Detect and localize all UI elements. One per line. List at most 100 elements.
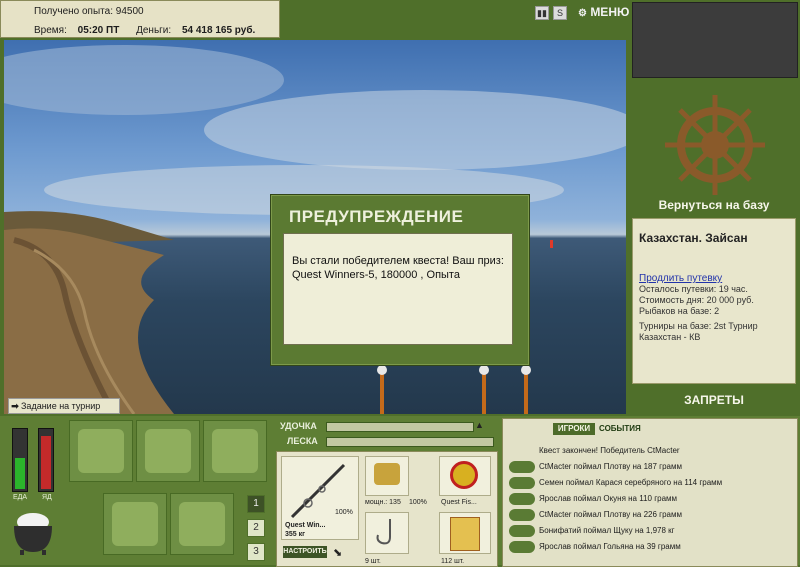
rod-name: Quest Win... [285,522,326,529]
rod-label: УДОЧКА [280,421,317,431]
fish-icon [509,461,535,473]
tab-events[interactable]: СОБЫТИЯ [599,423,641,435]
line-spool-icon [450,461,478,489]
inventory-area: 1 2 3 [67,418,272,563]
cauldron-icon[interactable] [8,508,58,556]
rod-stand[interactable] [377,365,387,414]
poison-meter [38,428,54,492]
dialog-title: ПРЕДУПРЕЖДЕНИЕ [289,207,464,226]
fish-icon [509,541,535,553]
line-label: ЛЕСКА [287,436,318,446]
cloud [204,90,626,170]
bans-button[interactable]: ЗАПРЕТЫ [632,393,796,407]
rod-stand[interactable] [521,365,531,414]
reel-icon [374,463,400,485]
experience-row: Получено опыта: 94500 [34,6,144,17]
exp-label: Получено опыта: [34,6,113,17]
setup-button[interactable]: НАСТРОИТЬ [283,546,327,558]
quest-button-label: Задание на турнир [21,401,101,411]
reel-caption: мощн.: 135 [365,499,401,506]
warning-dialog[interactable]: ПРЕДУПРЕЖДЕНИЕ Вы стали победителем квес… [270,194,530,366]
poison-fill [41,436,51,489]
sound-icon[interactable]: S [553,6,567,20]
menu-label: МЕНЮ [590,5,630,19]
page-button-3[interactable]: 3 [247,543,265,561]
fish-icon [509,525,535,537]
exp-value: 94500 [115,6,144,17]
tab-players[interactable]: ИГРОКИ [553,423,595,435]
inventory-slot-notes[interactable] [203,420,267,482]
chat-message: Ярослав поймал Гольяна на 39 грамм [539,542,681,551]
hook-slot[interactable] [365,512,409,554]
time-money-row: Время: 05:20 ПТ Деньги: 54 418 165 руб. [34,25,255,36]
pause-icon[interactable]: ▮▮ [535,6,549,20]
tournament-quest-button[interactable]: ➡ Задание на турнир [8,398,120,414]
chat-message: Квест закончен! Победитель CtMacter [539,446,680,455]
menu-button[interactable]: ⚙ МЕНЮ [578,5,629,19]
bait-pack-icon [450,517,480,551]
fish-icon [509,509,535,521]
buoy [550,240,553,248]
line-slot[interactable] [439,456,491,496]
chat-panel: ИГРОКИ СОБЫТИЯ Квест закончен! Победител… [502,418,798,567]
anglers-at-base: Рыбаков на базе: 2 [639,306,720,316]
tackle-panel: Quest Win... 355 кг 100% мощн.: 135 100%… [276,451,498,567]
minimap-panel [632,2,798,78]
chat-message: CtMacter поймал Плотву на 187 грамм [539,462,682,471]
reel-slot[interactable] [365,456,409,496]
inventory-slot-basket[interactable] [103,493,167,555]
status-panel: Получено опыта: 94500 Время: 05:20 ПТ Де… [0,0,280,38]
location-name: Казахстан. Зайсан [639,231,748,245]
rod-stand[interactable] [479,365,489,414]
return-to-base-button[interactable]: Вернуться на базу [632,198,796,212]
notebook-icon [212,429,258,473]
inventory-slot-sack[interactable] [136,420,200,482]
time-label: Время: [34,25,67,36]
poison-label: ЯД [42,494,52,501]
pass-remaining: Осталось путевки: 19 час. [639,284,748,294]
bait-count: 112 шт. [441,558,465,565]
page-button-1[interactable]: 1 [247,495,265,513]
bait-slot[interactable] [439,512,491,554]
food-meter [12,428,28,492]
location-panel: Казахстан. Зайсан Продлить путевку Остал… [632,218,796,384]
inventory-slot-bucket[interactable] [170,493,234,555]
basket-icon [112,502,158,546]
bag-icon [78,429,124,473]
cloud [4,45,284,115]
time-value: 05:20 ПТ [77,25,120,36]
arrow-right-icon: ➡ [11,401,19,411]
fish-icon [509,477,535,489]
food-fill [15,458,25,489]
line-name: Quest Fis... [441,499,477,506]
hook-icon [376,519,391,545]
page-button-2[interactable]: 2 [247,519,265,537]
chat-message: Ярослав поймал Окуня на 110 грамм [539,494,678,503]
money-label: Деньги: [136,25,172,36]
chat-message: CtMacter поймал Плотву на 226 грамм [539,510,682,519]
dialog-message: Вы стали победителем квеста! Ваш приз: Q… [283,233,513,345]
gear-icon: ⚙ [578,8,587,19]
beach [4,228,174,414]
rod-percent: 100% [335,509,353,516]
rod-weight: 355 кг [285,531,306,538]
bucket-icon [179,502,225,546]
hook-count: 9 шт. [365,558,381,565]
base-tournaments: Турниры на базе: 2st Турнир Казахстан - … [639,321,758,342]
inventory-slot-bag[interactable] [69,420,133,482]
money-value: 54 418 165 руб. [181,25,256,36]
reel-percent: 100% [409,499,427,506]
fish-icon [509,493,535,505]
chat-message: Семен поймал Карася серебряного на 114 г… [539,478,723,487]
sack-icon [145,429,191,473]
chat-message: Бонифатий поймал Щуку на 1,978 кг [539,526,675,535]
arrow-down-right-icon[interactable]: ⬊ [333,546,342,559]
window-controls: ▮▮ S [535,6,571,20]
line-durability-bar [326,437,494,447]
day-cost: Стоимость дня: 20 000 руб. [639,295,754,305]
ship-wheel-icon[interactable] [660,90,770,200]
extend-pass-link[interactable]: Продлить путевку [639,273,789,284]
food-label: ЕДА [13,494,28,501]
rod-durability-bar [326,422,474,432]
expand-arrow-icon[interactable]: ▲ [475,420,484,430]
